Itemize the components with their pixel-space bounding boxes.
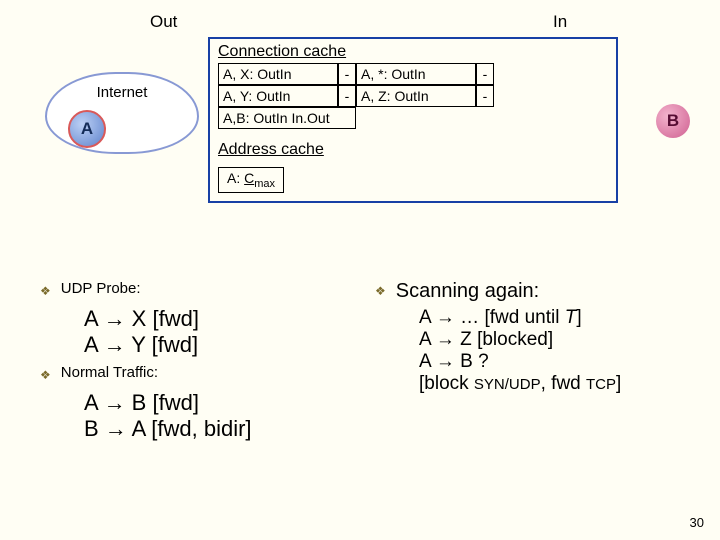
cache-cell: A, Y: OutIn — [218, 85, 338, 107]
connection-cache-grid: A, X: OutIn - A, *: OutIn - A, Y: OutIn … — [218, 63, 608, 129]
address-cache-cell: A: Cmax — [218, 167, 284, 193]
bullet-scanning-again: ❖ Scanning again: — [375, 280, 690, 303]
cache-cell: A,B: OutIn In.Out — [218, 107, 356, 129]
flow-line: [block SYN/UDP, fwd TCP] — [419, 373, 690, 395]
slide-number: 30 — [690, 515, 704, 530]
internet-label: Internet — [97, 84, 148, 101]
flow-line: A → X [fwd] — [84, 306, 355, 332]
flow-line: B → A [fwd, bidir] — [84, 416, 355, 442]
flow-line: A → B ? — [419, 351, 690, 373]
flow-line: A → Z [blocked] — [419, 329, 690, 351]
cache-cell: A, X: OutIn — [218, 63, 338, 85]
bullet-icon: ❖ — [40, 280, 51, 302]
scanning-again-heading: Scanning again: — [396, 280, 539, 303]
label-in: In — [553, 12, 567, 32]
bullet-normal-traffic: ❖ Normal Traffic: — [40, 364, 355, 386]
addr-a: A: — [227, 170, 240, 186]
connection-cache-heading: Connection cache — [218, 43, 608, 61]
bullet-udp-probe: ❖ UDP Probe: — [40, 280, 355, 302]
node-a: A — [68, 110, 106, 148]
cache-cell: A, *: OutIn — [356, 63, 476, 85]
flow-line: A → B [fwd] — [84, 390, 355, 416]
bullet-icon: ❖ — [375, 280, 386, 302]
cache-box: Connection cache A, X: OutIn - A, *: Out… — [208, 37, 618, 203]
bullet-icon: ❖ — [40, 364, 51, 386]
cache-cell: - — [338, 63, 356, 85]
udp-probe-heading: UDP Probe: — [61, 280, 141, 297]
internet-cloud: Internet — [45, 72, 199, 154]
address-cache-heading: Address cache — [218, 141, 608, 159]
cache-cell: - — [476, 85, 494, 107]
cache-cell: - — [338, 85, 356, 107]
label-out: Out — [150, 12, 177, 32]
node-b: B — [656, 104, 690, 138]
cache-cell: A, Z: OutIn — [356, 85, 476, 107]
flow-line: A → … [fwd until T] — [419, 307, 690, 329]
cache-cell: - — [476, 63, 494, 85]
flow-line: A → Y [fwd] — [84, 332, 355, 358]
normal-traffic-heading: Normal Traffic: — [61, 364, 158, 381]
addr-cmax: Cmax — [244, 170, 275, 186]
